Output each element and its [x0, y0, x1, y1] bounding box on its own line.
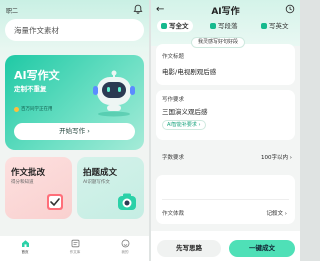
- bottom-nav: 首页 作文库 我的: [0, 236, 149, 261]
- tab-full-essay[interactable]: 写全文: [157, 20, 193, 32]
- genre-label: 作文体裁: [162, 211, 185, 217]
- nav-home-label: 首页: [21, 250, 29, 254]
- photo-essay-card[interactable]: 拍题成文 AI识题写作文: [77, 157, 144, 219]
- bell-icon[interactable]: [133, 4, 143, 14]
- ai-writing-screen: ← AI写作 写全文 写段落 写英文 作文标题 电影/电视剧观后感 我灵感写好句…: [151, 0, 300, 261]
- nav-home[interactable]: 首页: [10, 239, 40, 255]
- divider: [162, 199, 289, 200]
- nav-profile-label: 我的: [121, 250, 129, 254]
- users-note-text: 百万同学正在用: [21, 107, 53, 112]
- users-note: 百万同学正在用: [14, 106, 53, 112]
- tab-english-icon: [261, 23, 267, 29]
- action-bar: 先写思路 一键成文: [151, 231, 300, 261]
- tab-paragraph-icon: [210, 23, 216, 29]
- generate-essay-button[interactable]: 一键成文: [229, 240, 295, 257]
- title-card[interactable]: 作文标题 电影/电视剧观后感: [156, 44, 295, 85]
- ai-writing-card[interactable]: AI写作文 定制不重复 百万同学正在用 开始写作 ›: [5, 55, 144, 150]
- outline-first-button[interactable]: 先写思路: [157, 240, 221, 257]
- tab-paragraph-label: 写段落: [218, 22, 238, 30]
- requirements-card[interactable]: 写作要求 三国演义观后感 AI智能补要求 ›: [156, 90, 295, 140]
- word-count-label: 字数要求: [162, 155, 185, 161]
- ai-card-title: AI写作文: [14, 69, 60, 82]
- tab-full-essay-icon: [161, 23, 167, 29]
- word-count-select[interactable]: 100字以内 ›: [261, 153, 292, 161]
- essay-correction-card[interactable]: 作文批改 得分和知道: [5, 157, 72, 219]
- requirements-input[interactable]: 三国演义观后感: [162, 106, 208, 116]
- essay-correction-title: 作文批改: [11, 168, 46, 178]
- title-input[interactable]: 电影/电视剧观后感: [162, 66, 216, 76]
- nav-library[interactable]: 作文库: [60, 239, 90, 255]
- tab-english[interactable]: 写英文: [261, 20, 289, 32]
- user-avatar-icon: [14, 106, 19, 112]
- nav-library-label: 作文库: [69, 250, 81, 254]
- page-title: AI写作: [211, 7, 240, 17]
- home-icon: [21, 240, 29, 247]
- history-icon[interactable]: [285, 4, 295, 14]
- ai-supplement-button[interactable]: AI智能补要求 ›: [162, 120, 206, 130]
- profile-icon: [121, 239, 129, 248]
- correction-icon: [47, 194, 63, 210]
- genre-select[interactable]: 记叙文 ›: [267, 209, 287, 217]
- nav-profile[interactable]: 我的: [110, 239, 140, 255]
- title-label: 作文标题: [162, 54, 185, 60]
- essay-correction-subtitle: 得分和知道: [11, 180, 34, 185]
- camera-icon: [118, 193, 136, 210]
- search-input[interactable]: 海量作文素材: [5, 19, 144, 41]
- tab-paragraph[interactable]: 写段落: [210, 20, 238, 32]
- photo-essay-title: 拍题成文: [83, 168, 118, 178]
- home-screen: 职二 海量作文素材 AI写作文 定制不重复 百万同学正在用 开始写作 › 作文批…: [0, 0, 149, 261]
- tab-full-essay-label: 写全文: [169, 22, 189, 30]
- robot-icon: [93, 70, 135, 117]
- tip-bubble[interactable]: 我灵感写好句好段: [191, 37, 246, 48]
- start-writing-button[interactable]: 开始写作 ›: [14, 123, 135, 140]
- mode-tabs: 写全文 写段落 写英文: [157, 20, 297, 32]
- genre-card[interactable]: 作文体裁 记叙文 ›: [156, 175, 295, 224]
- status-text: 职二: [6, 8, 19, 15]
- ai-card-subtitle: 定制不重复: [14, 85, 47, 93]
- photo-essay-subtitle: AI识题写作文: [83, 180, 110, 185]
- tab-english-label: 写英文: [269, 22, 289, 30]
- library-icon: [71, 239, 79, 248]
- requirements-label: 写作要求: [162, 97, 185, 103]
